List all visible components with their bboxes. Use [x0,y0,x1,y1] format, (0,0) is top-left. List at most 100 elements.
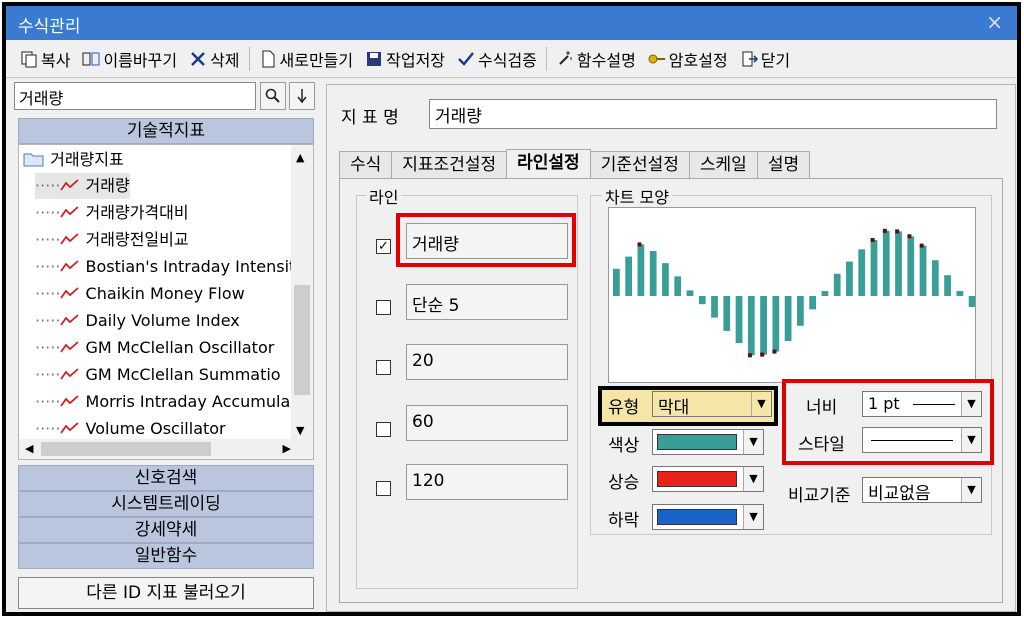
chevron-down-icon[interactable]: ▼ [961,478,981,502]
tree-item[interactable]: ····· 거래량가격대비 [35,200,189,226]
category-signal-search[interactable]: 신호검색 [18,465,314,491]
chevron-down-icon[interactable]: ▼ [751,392,771,416]
password-button[interactable]: 암호설정 [642,44,734,74]
chart-peak-marker [772,349,777,354]
search-input[interactable]: 거래량 [14,82,256,110]
scroll-up-icon[interactable]: ▲ [296,151,304,164]
chart-peak-marker [760,352,765,357]
compare-label: 비교기준 [788,486,851,506]
tab-description[interactable]: 설명 [756,151,811,179]
line-checkbox-2[interactable] [376,300,391,315]
chart-bar [797,296,804,326]
toolbar-separator [248,46,250,71]
delete-label: 삭제 [210,50,240,70]
line-input-3[interactable]: 20 [406,344,568,380]
category-system-trading[interactable]: 시스템트레이딩 [18,491,314,517]
line-input-5[interactable]: 120 [406,464,568,500]
copy-label: 복사 [41,50,71,70]
tree-horizontal-scrollbar[interactable]: ◀ ▶ [19,439,313,459]
chart-peak-marker [637,242,642,247]
compare-select[interactable]: 비교없음 ▼ [862,477,982,504]
tree-item[interactable]: ····· 거래량전일비교 [35,227,189,253]
tree-item-label: 거래량 [85,176,130,195]
chart-bar [968,296,975,307]
search-button[interactable] [260,82,286,110]
down-color-swatch [657,509,737,525]
new-button[interactable]: 새로만들기 [253,44,360,74]
tree-hscroll-thumb[interactable] [41,442,211,456]
search-icon [265,88,280,103]
color-select[interactable]: ▼ [652,429,764,455]
type-select[interactable]: 막대 ▼ [652,391,772,418]
tree-item[interactable]: ····· 거래량 [35,173,130,199]
function-help-button[interactable]: 함수설명 [550,44,642,74]
tree-item[interactable]: ····· GM McClellan Oscillator [35,335,274,361]
tab-scale[interactable]: 스케일 [688,151,758,179]
scroll-right-icon[interactable]: ▶ [283,442,291,455]
indicator-name-input[interactable]: 거래량 [429,99,997,129]
tree-item[interactable]: ····· GM McClellan Summatio [35,362,281,388]
chevron-down-icon[interactable]: ▼ [743,430,763,454]
chart-bar [760,296,767,355]
up-color-select[interactable]: ▼ [652,466,764,492]
chart-bar [613,268,620,296]
tab-baseline[interactable]: 기준선설정 [589,151,690,179]
rename-button[interactable]: 이름바꾸기 [76,44,183,74]
tab-condition[interactable]: 지표조건설정 [391,151,508,179]
tree-item[interactable]: ····· Bostian's Intraday Intensit [35,254,295,280]
indicator-tree: 거래량지표 ····· 거래량 ····· 거래량가격대비 ····· 거래량전일비… [18,144,314,460]
category-general-functions[interactable]: 일반함수 [18,543,314,569]
sort-down-button[interactable] [289,82,315,110]
line-input-2[interactable]: 단순 5 [406,284,568,320]
tab-formula[interactable]: 수식 [339,151,393,179]
type-select-value: 막대 [658,398,690,418]
chevron-down-icon[interactable]: ▼ [961,392,981,416]
verify-button[interactable]: 수식검증 [451,44,543,74]
toolbar: 복사 이름바꾸기 삭제 새로만들기 작업저장 수식검증 함수설명 암호설정 닫기 [6,40,1017,78]
tree-item-label: GM McClellan Summatio [85,365,281,384]
chart-bar [772,296,780,352]
tree-item[interactable]: ····· Daily Volume Index [35,308,240,334]
close-button[interactable]: 닫기 [734,44,796,74]
scroll-down-icon[interactable]: ▼ [296,424,304,437]
tree-item-label: GM McClellan Oscillator [85,338,275,357]
width-select[interactable]: 1 pt ▼ [862,391,982,417]
down-color-select[interactable]: ▼ [652,504,764,530]
save-icon [365,50,383,68]
down-color-label: 하락 [608,511,640,531]
tree-folder-volume[interactable]: 거래량지표 [23,147,124,173]
delete-button[interactable]: 삭제 [183,44,245,74]
save-button[interactable]: 작업저장 [359,44,451,74]
category-technical[interactable]: 기술적지표 [18,118,314,144]
indicator-icon [60,233,80,245]
close-icon[interactable]: × [986,10,1003,34]
scroll-left-icon[interactable]: ◀ [25,442,33,455]
copy-button[interactable]: 복사 [14,44,76,74]
tree-vertical-scrollbar[interactable]: ▲ ▼ [291,145,313,441]
load-other-id-button[interactable]: 다른 ID 지표 불러오기 [18,577,314,609]
line-checkbox-4[interactable] [376,422,391,437]
indicator-icon [60,206,80,218]
chevron-down-icon[interactable]: ▼ [961,428,981,452]
tree-item[interactable]: ····· Morris Intraday Accumula [35,389,290,415]
line-checkbox-5[interactable] [376,481,391,496]
category-strength[interactable]: 강세약세 [18,517,314,543]
style-select[interactable]: ▼ [862,427,982,453]
chart-bar [698,296,706,305]
line-input-4[interactable]: 60 [406,405,568,441]
chart-bar [723,296,731,331]
line-checkbox-3[interactable] [376,360,391,375]
tree-scroll-thumb[interactable] [294,285,310,395]
folder-icon [23,153,44,167]
chevron-down-icon[interactable]: ▼ [743,467,763,491]
line-checkbox-1[interactable]: ✓ [376,239,391,254]
chart-bar [784,296,792,342]
chart-peak-marker [747,353,752,358]
tab-line-settings[interactable]: 라인설정 [506,149,591,179]
chevron-down-icon[interactable]: ▼ [743,505,763,529]
chart-bar [882,230,890,296]
tree-item[interactable]: ····· Chaikin Money Flow [35,281,245,307]
delete-icon [189,50,207,68]
chart-bar [662,263,669,296]
style-line-sample [871,440,953,441]
